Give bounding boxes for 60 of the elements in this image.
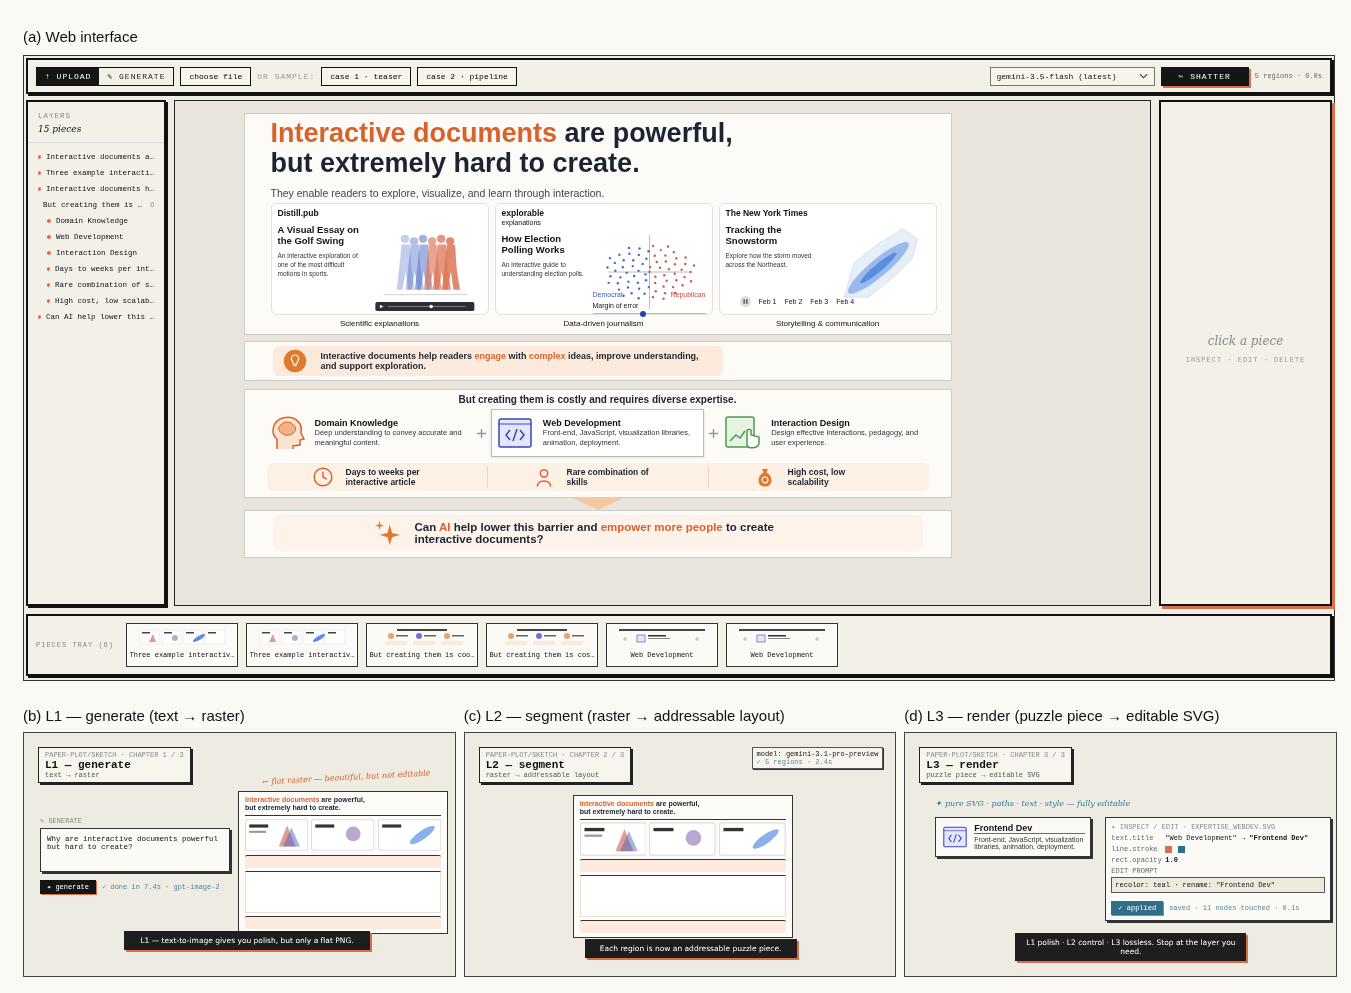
choose-file-button[interactable]: choose file: [180, 66, 252, 86]
mode-tab[interactable]: ↑ UPLOAD: [37, 67, 100, 85]
color-swatch: [1178, 845, 1186, 853]
card-caption: Storytelling & communication: [775, 319, 880, 328]
card-thumbnail: [245, 818, 309, 852]
costs-piece[interactable]: [243, 389, 952, 498]
card-thumbnail: [649, 822, 716, 856]
expertise-title: Interaction Design: [771, 418, 851, 428]
card-caption: Scientific explanations: [339, 319, 420, 328]
card-thumbnail: [377, 818, 441, 852]
clock-icon: [311, 466, 334, 488]
expertise-title: Domain Knowledge: [314, 418, 399, 428]
sample-button[interactable]: case 1 · teaser: [321, 66, 412, 86]
plus-icon: [708, 427, 720, 439]
card-title: Tracking the Snowstorm: [725, 224, 783, 246]
engage-piece[interactable]: Interactive documents help readers engage with complex ideas, improve understanding, and support exploration.: [243, 341, 952, 381]
piece-count: 15 pieces: [28, 120, 164, 143]
card-title: A Visual Essay on the Golf Swing: [277, 224, 360, 246]
handwritten-annotation: ✦ pure SVG · paths · text · style — fully editable: [935, 799, 1131, 808]
question-text: Can AI help lower this barrier and empower more people to create interactive documents?: [414, 521, 775, 545]
sample-label: OR SAMPLE:: [257, 71, 316, 81]
card-title: How Election Polling Works: [501, 233, 566, 255]
slider-thumb[interactable]: [640, 310, 647, 317]
handwritten-annotation: ← flat raster — beautiful, but not editable: [261, 768, 431, 787]
figure-caption: (b) L1 — generate (text → raster): [23, 707, 246, 724]
lightbulb-icon: [282, 349, 307, 373]
question-piece[interactable]: Can AI help lower this barrier and empower more people to create interactive documents?: [243, 510, 952, 558]
cost-text: Rare combination of skills: [566, 467, 650, 487]
card-thumbnail: [311, 818, 375, 852]
chevron-down-icon: [1138, 73, 1148, 79]
sparkle-icon: [372, 519, 401, 547]
source-name: The New York Times: [725, 209, 809, 218]
color-swatch: [1165, 845, 1173, 853]
video-player-bar[interactable]: [374, 302, 476, 311]
expertise-title: Web Development: [542, 418, 622, 428]
figure-caption: (a) Web interface: [23, 28, 139, 45]
pause-icon[interactable]: [739, 296, 751, 307]
down-arrow-icon: [572, 498, 623, 510]
chapter-title: L1 — generate: [45, 759, 132, 771]
card-thumbnail: [579, 822, 647, 856]
chapter-title: L3 — render: [926, 759, 1000, 771]
plus-icon: [475, 427, 487, 439]
empty-hint: click a piece: [1207, 334, 1284, 348]
headline: Interactive documents are powerful, but extremely hard to create.: [270, 118, 734, 178]
section-heading: But creating them is costly and requires diverse expertise.: [457, 394, 738, 405]
sample-button[interactable]: case 2 · pipeline: [417, 66, 517, 86]
cost-text: High cost, low scalability: [787, 467, 847, 487]
header-piece[interactable]: [243, 113, 952, 335]
source-name: Distill.pub: [277, 209, 320, 218]
piece-title: Frontend Dev: [974, 823, 1086, 834]
shatter-button[interactable]: ✂ SHATTER: [1160, 66, 1249, 86]
chapter-title: L2 — segment: [485, 759, 566, 771]
figure-caption: (d) L3 — render (puzzle piece → editable SVG): [904, 707, 1221, 724]
cost-text: Days to weeks per interactive article: [345, 467, 421, 487]
figure-caption: (c) L2 — segment (raster → addressable layout): [463, 707, 786, 724]
model-select[interactable]: gemini-3.5-flash (latest): [989, 66, 1155, 86]
subtitle: They enable readers to explore, visualize, and learn through interaction.: [270, 187, 606, 199]
card-thumbnail: [719, 822, 786, 856]
callout-text: Interactive documents help readers engage with complex ideas, improve understanding, and support exploration.: [320, 351, 700, 371]
card-caption: Data-driven journalism: [563, 319, 644, 328]
